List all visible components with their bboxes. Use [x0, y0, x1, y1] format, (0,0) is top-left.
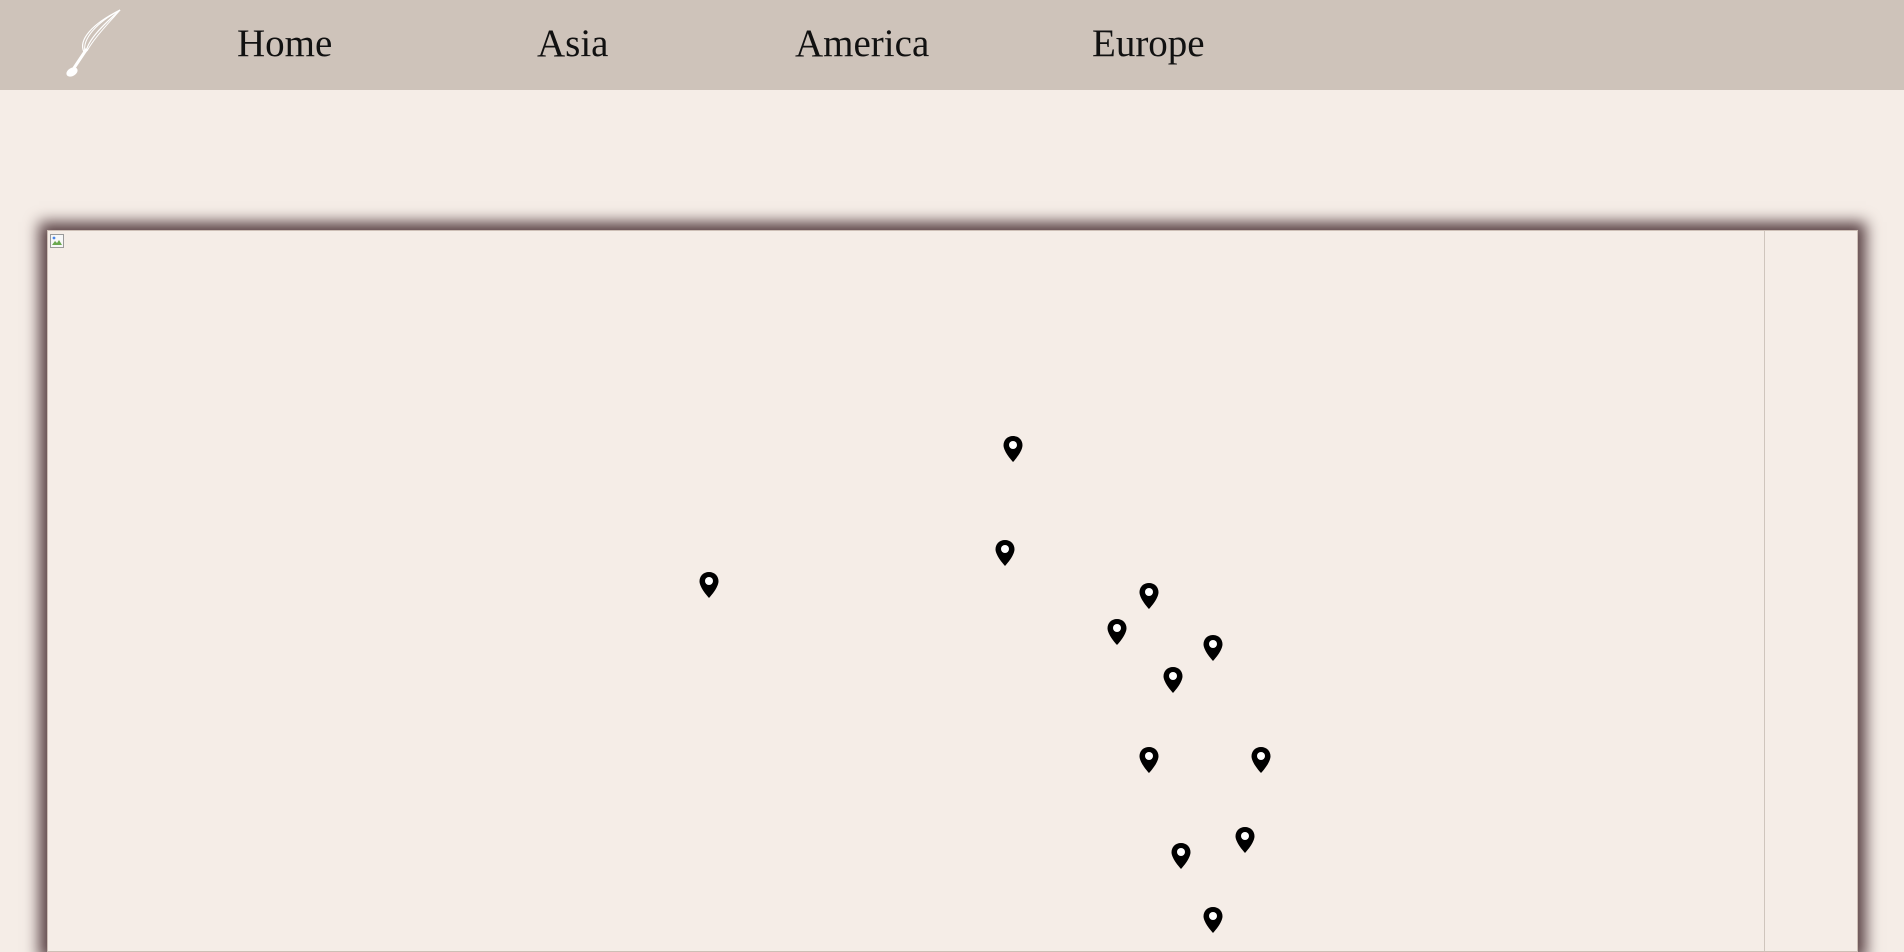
nav-europe[interactable]: Europe: [1092, 18, 1205, 70]
nav-america[interactable]: America: [795, 18, 929, 70]
map-pin-icon[interactable]: [1162, 666, 1184, 694]
map-pin-icon[interactable]: [1138, 582, 1160, 610]
map-pin-icon[interactable]: [1202, 906, 1224, 934]
nav-asia[interactable]: Asia: [537, 18, 609, 70]
map-pin-icon[interactable]: [1234, 826, 1256, 854]
map-pin-icon[interactable]: [994, 539, 1016, 567]
map-pin-icon[interactable]: [1106, 618, 1128, 646]
map-pin-icon[interactable]: [1202, 634, 1224, 662]
whisk-icon[interactable]: [58, 6, 128, 82]
map-pin-icon[interactable]: [1002, 435, 1024, 463]
top-navigation-bar: Home Asia America Europe: [0, 0, 1904, 90]
map-pin-icon[interactable]: [1138, 746, 1160, 774]
nav-home[interactable]: Home: [237, 18, 332, 70]
map-side-divider: [1764, 231, 1765, 951]
map-pin-icon[interactable]: [1250, 746, 1272, 774]
map-container[interactable]: [47, 230, 1858, 952]
map-pin-icon[interactable]: [1170, 842, 1192, 870]
map-pin-icon[interactable]: [698, 571, 720, 599]
broken-image-icon: [50, 234, 64, 248]
